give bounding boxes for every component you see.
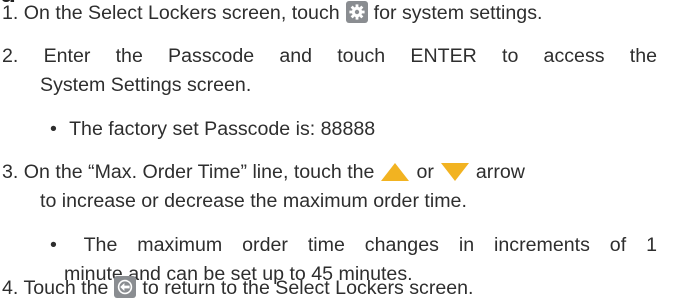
gear-icon — [345, 1, 368, 23]
step-number: 2. — [2, 45, 19, 67]
bullet-mark: • — [50, 118, 57, 140]
step-number: 3. — [2, 161, 19, 183]
step-1: 1. On the Select Lockers screen, touch f… — [2, 1, 542, 25]
step-text: On the “Max. Order Time” line, touch the — [23, 161, 375, 183]
or-text: or — [416, 161, 434, 183]
step-3-line-2: to increase or decrease the maximum orde… — [40, 189, 467, 213]
step-2-bullet: • The factory set Passcode is: 88888 — [50, 117, 375, 141]
bullet-mark: • — [50, 234, 57, 256]
step-text-continued: for system settings. — [373, 2, 543, 24]
step-3-bullet: • The maximum order time changes in incr… — [50, 233, 657, 257]
step-text-line1: Enter the Passcode and touch ENTER to ac… — [43, 45, 657, 67]
step-text-continued: to return to the Select Lockers screen. — [142, 277, 474, 299]
step-text: On the Select Lockers screen, touch — [23, 2, 340, 24]
step-text-line2: to increase or decrease the maximum orde… — [40, 190, 467, 212]
step-text-continued: arrow — [475, 161, 525, 183]
back-arrow-icon — [114, 276, 137, 298]
step-text-line2: System Settings screen. — [40, 74, 252, 96]
up-arrow-icon — [380, 162, 410, 182]
step-number: 1. — [2, 2, 19, 24]
step-3: 3. On the “Max. Order Time” line, touch … — [2, 160, 525, 184]
bullet-text-line1: The maximum order time changes in increm… — [83, 234, 657, 256]
step-text: Touch the — [23, 277, 109, 299]
bullet-text: The factory set Passcode is: 88888 — [69, 118, 376, 140]
step-2-line-2: System Settings screen. — [40, 73, 251, 97]
step-4: 4. Touch the to return to the Select Loc… — [2, 276, 474, 300]
down-arrow-icon — [440, 162, 470, 182]
step-number: 4. — [2, 277, 19, 299]
step-2: 2. Enter the Passcode and touch ENTER to… — [2, 44, 657, 68]
